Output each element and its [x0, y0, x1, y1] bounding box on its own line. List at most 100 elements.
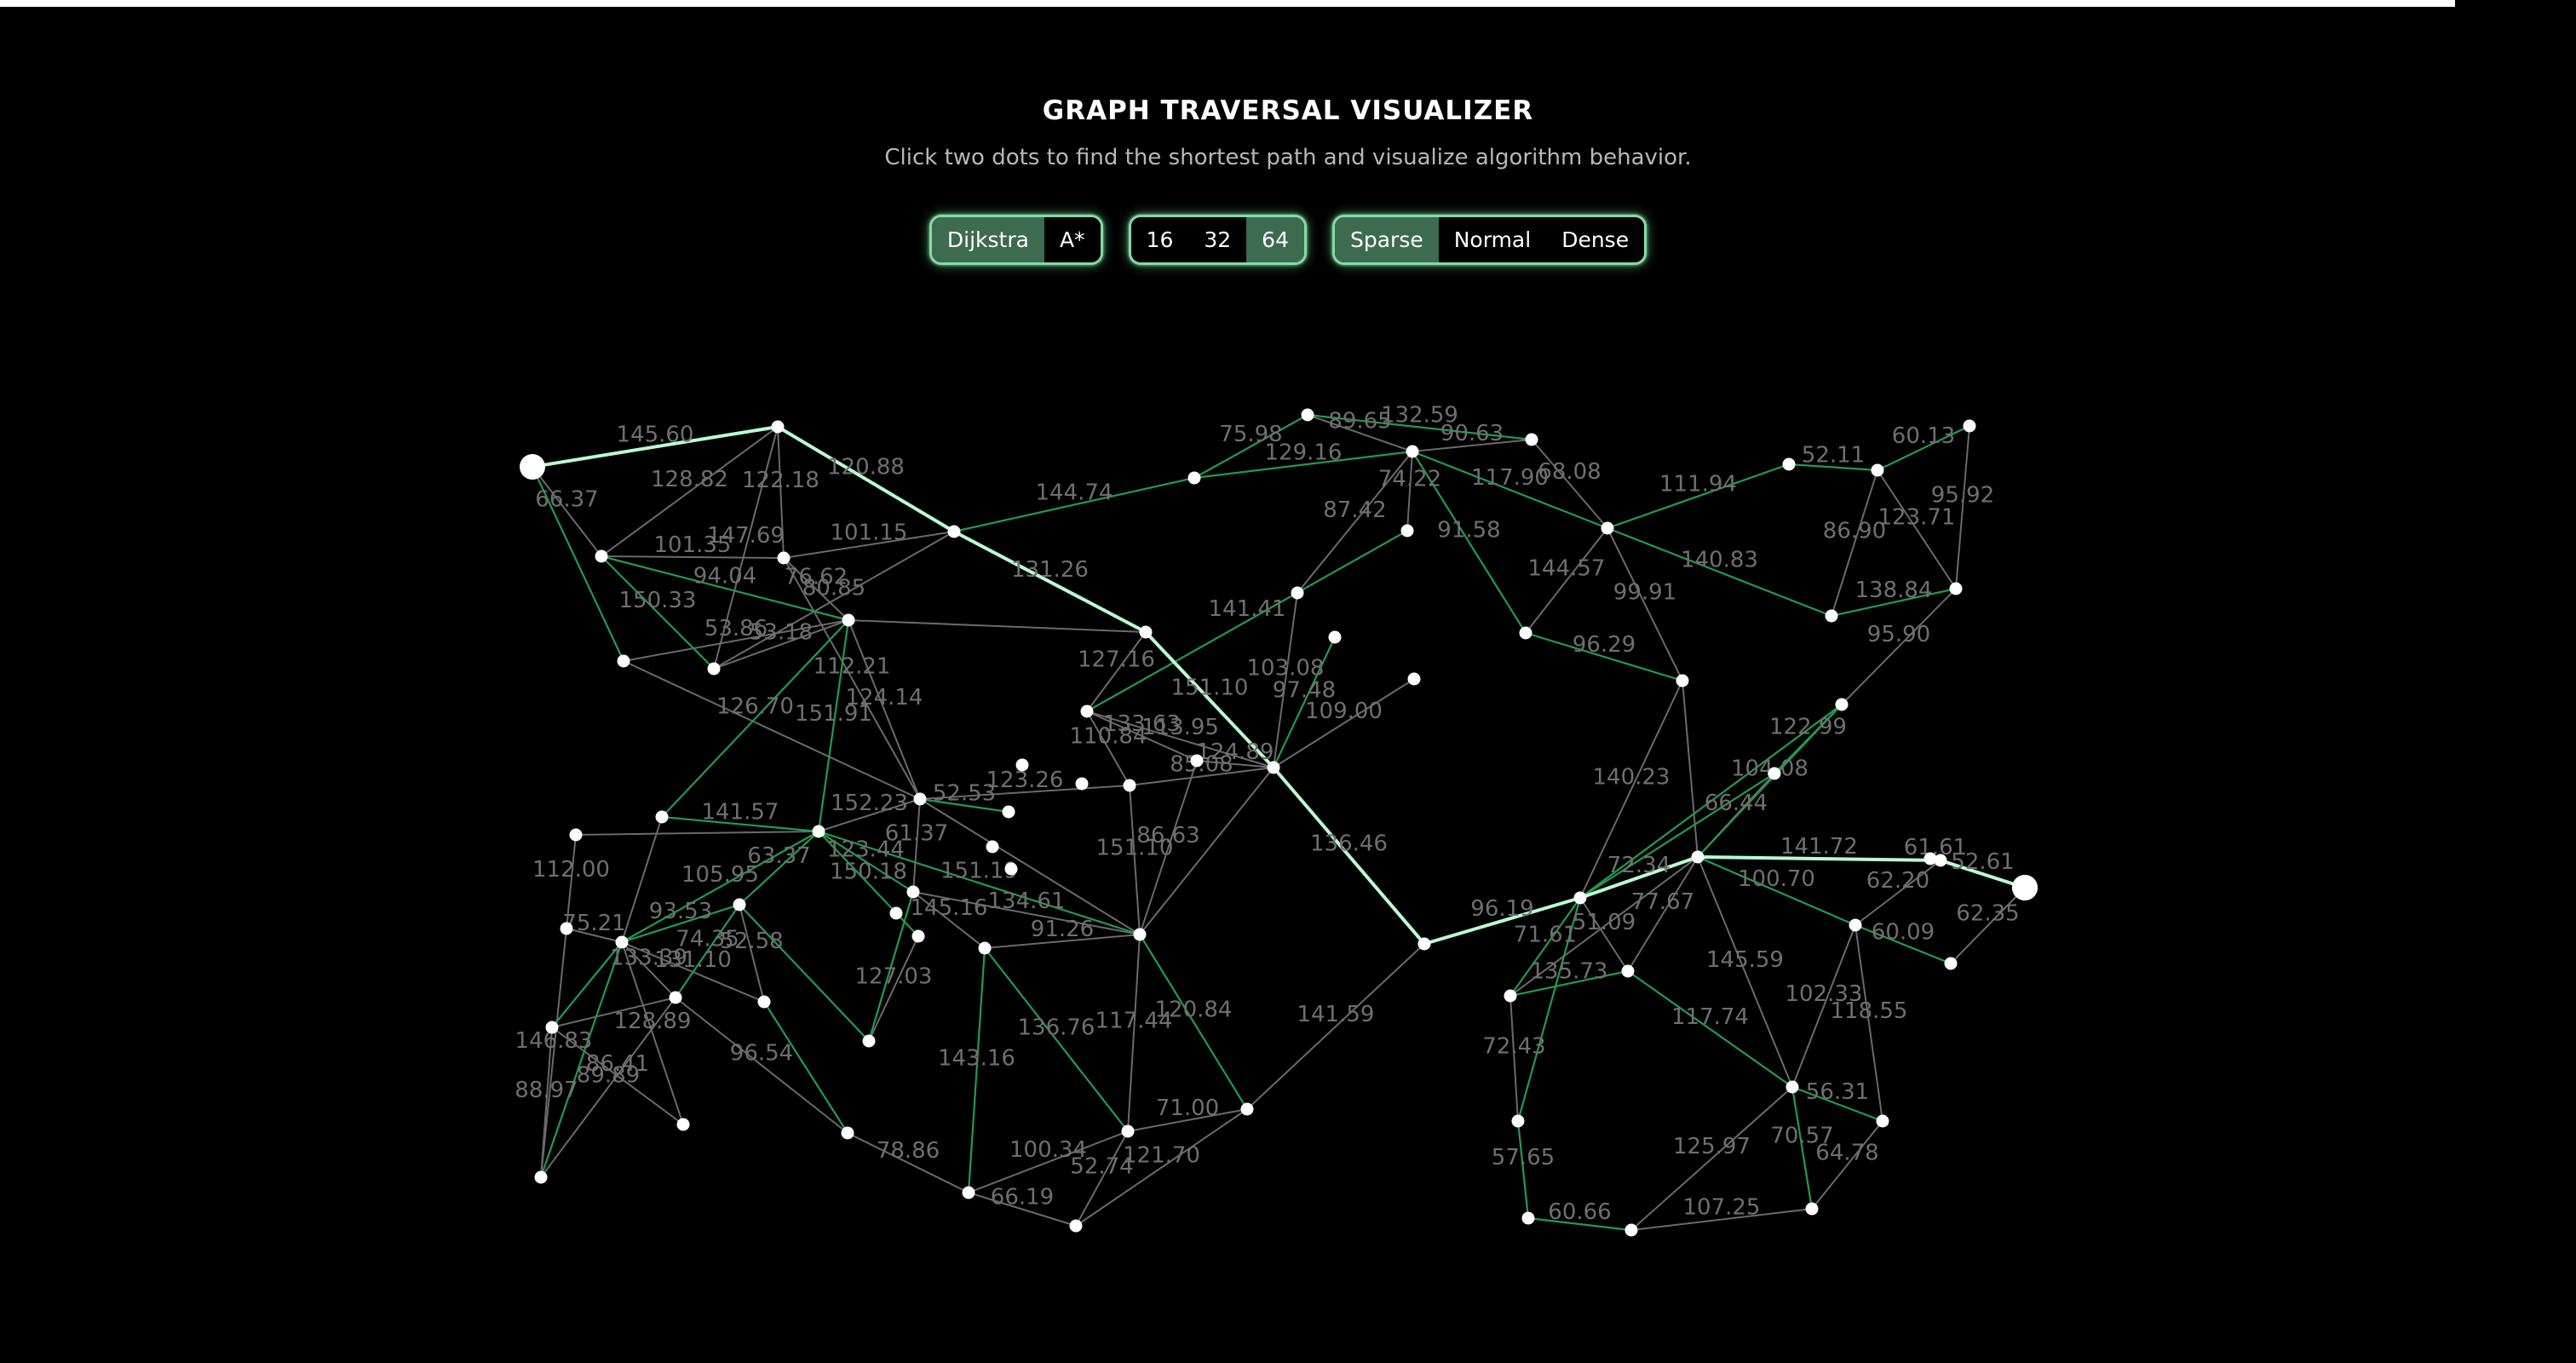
graph-node[interactable] [1621, 964, 1635, 978]
graph-node[interactable] [986, 840, 999, 854]
graph-node[interactable] [1267, 761, 1280, 774]
graph-node[interactable] [771, 420, 785, 434]
graph-node[interactable] [777, 551, 791, 565]
visited-edge [763, 1001, 848, 1134]
graph-node[interactable] [545, 1021, 559, 1034]
end-node[interactable] [2012, 875, 2038, 900]
edge-weight-label: 141.57 [702, 800, 779, 825]
graph-node[interactable] [1849, 918, 1862, 932]
graph-node[interactable] [962, 1186, 975, 1199]
graph-node[interactable] [615, 935, 629, 949]
graph-node[interactable] [757, 995, 771, 1009]
graph-node[interactable] [842, 613, 855, 627]
graph-node[interactable] [1190, 754, 1204, 768]
graph-node[interactable] [1923, 852, 1937, 866]
graph-node[interactable] [1876, 1114, 1889, 1128]
edge-weight-label: 77.67 [1631, 889, 1694, 915]
edge-weight-label: 125.97 [1673, 1134, 1751, 1159]
graph-node[interactable] [1944, 957, 1958, 970]
edge-weight-label: 124.89 [1197, 739, 1274, 765]
graph-node[interactable] [534, 1170, 548, 1184]
graph-canvas[interactable]: 66.37128.82147.69122.18101.1580.8589.65 9… [0, 0, 2576, 1363]
edge-weight-label: 86.90 [1823, 519, 1886, 544]
graph-node[interactable] [1768, 767, 1781, 780]
graph-node[interactable] [1573, 891, 1587, 905]
graph-node[interactable] [1782, 457, 1796, 471]
graph-node[interactable] [947, 525, 961, 538]
edge-weight-label: 60.09 [1872, 920, 1935, 946]
graph-node[interactable] [812, 825, 825, 838]
graph-node[interactable] [655, 810, 669, 824]
edge-weight-label: 123.26 [986, 768, 1064, 793]
graph-node[interactable] [1521, 1211, 1535, 1225]
graph-node[interactable] [1240, 1102, 1254, 1116]
graph-node[interactable] [1525, 433, 1538, 446]
graph-node[interactable] [1187, 471, 1201, 485]
graph-node[interactable] [1002, 805, 1015, 819]
graph-node[interactable] [889, 906, 903, 920]
edge-weight-label: 76.62 [785, 565, 848, 590]
graph-node[interactable] [906, 885, 920, 899]
graph-node[interactable] [1015, 758, 1029, 772]
edge-weight-label: 96.29 [1573, 632, 1636, 658]
edge-weight-label: 87.42 [1323, 497, 1386, 523]
edge-weight-label: 105.95 [681, 862, 759, 888]
graph-node[interactable] [1805, 1202, 1819, 1216]
graph-node[interactable] [1676, 674, 1689, 687]
graph-node[interactable] [1004, 862, 1018, 876]
graph-node[interactable] [841, 1126, 854, 1140]
graph-node[interactable] [1133, 928, 1147, 941]
graph-node[interactable] [1407, 672, 1421, 686]
graph-node[interactable] [595, 549, 608, 563]
graph-node[interactable] [1785, 1080, 1799, 1094]
graph-node[interactable] [1123, 779, 1136, 792]
graph-node[interactable] [1291, 586, 1304, 600]
graph-node[interactable] [1691, 850, 1705, 864]
graph-node[interactable] [1406, 445, 1419, 458]
graph-node[interactable] [1139, 625, 1153, 639]
graph-node[interactable] [862, 1034, 876, 1048]
edge-weight-label: 150.18 [830, 860, 907, 885]
graph-node[interactable] [978, 941, 992, 955]
graph-node[interactable] [669, 991, 682, 1004]
graph-node[interactable] [1871, 463, 1884, 477]
edge-weight-label: 144.74 [1036, 480, 1113, 506]
edge-weight-label: 118.55 [1831, 998, 1908, 1024]
graph-node[interactable] [913, 792, 927, 806]
graph-node[interactable] [1328, 630, 1342, 644]
graph-node[interactable] [1504, 989, 1517, 1003]
graph-node[interactable] [1825, 609, 1838, 623]
graph-node[interactable] [911, 929, 925, 943]
edge-weight-label: 128.89 [614, 1009, 692, 1034]
graph-node[interactable] [1075, 777, 1089, 791]
graph-node[interactable] [1121, 1124, 1135, 1138]
graph-node[interactable] [1417, 937, 1431, 951]
graph-node[interactable] [569, 828, 583, 842]
edge-weight-label: 121.70 [1123, 1143, 1200, 1169]
edge-weight-label: 126.70 [716, 694, 794, 720]
edge-weight-label: 62.35 [1956, 901, 2019, 927]
edge-weight-label: 145.16 [911, 895, 988, 921]
graph-node[interactable] [1301, 408, 1314, 422]
graph-node[interactable] [1080, 705, 1094, 718]
start-node[interactable] [520, 454, 545, 480]
graph-node[interactable] [1400, 524, 1414, 538]
edge-weight-label: 71.00 [1156, 1096, 1219, 1121]
graph-node[interactable] [1069, 1219, 1083, 1233]
graph-node[interactable] [617, 654, 630, 668]
edge-weight-label: 122.18 [742, 468, 819, 493]
graph-node[interactable] [1519, 626, 1532, 640]
edge-weight-label: 74.22 [1378, 467, 1441, 492]
graph-node[interactable] [733, 898, 746, 912]
edge-weight-label: 151.10 [1096, 836, 1174, 861]
graph-node[interactable] [1511, 1114, 1525, 1128]
graph-node[interactable] [1624, 1223, 1638, 1237]
graph-node[interactable] [560, 922, 573, 935]
graph-node[interactable] [1835, 698, 1849, 711]
graph-node[interactable] [1949, 582, 1963, 595]
edge-weight-label: 53.86 [704, 616, 768, 641]
graph-node[interactable] [676, 1118, 690, 1131]
graph-node[interactable] [1963, 419, 1976, 433]
graph-node[interactable] [707, 662, 721, 676]
graph-node[interactable] [1601, 521, 1614, 535]
